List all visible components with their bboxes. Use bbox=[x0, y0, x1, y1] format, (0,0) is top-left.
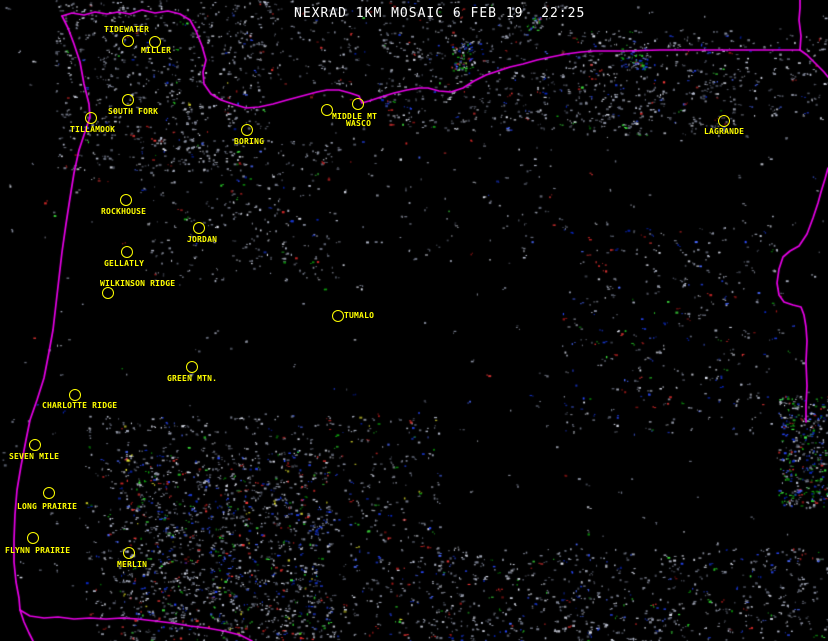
station-label: LONG PRAIRIE bbox=[17, 502, 78, 511]
station-marker bbox=[27, 532, 39, 544]
station-label: TIDEWATER bbox=[104, 25, 150, 34]
station-label: GREEN MTN. bbox=[167, 374, 218, 383]
radar-viewer-screen: NEXRAD 1KM MOSAIC 6 FEB 19 22:25 TIDEWAT… bbox=[0, 0, 828, 641]
station-label: FLYNN PRAIRIE bbox=[5, 546, 71, 555]
station-marker bbox=[332, 310, 344, 322]
station-label: GELLATLY bbox=[104, 259, 145, 268]
station-label: MILLER bbox=[141, 46, 172, 55]
station-label: SEVEN MILE bbox=[9, 452, 60, 461]
station-marker bbox=[69, 389, 81, 401]
station-label: LAGRANDE bbox=[704, 127, 745, 136]
station-marker bbox=[193, 222, 205, 234]
station-marker bbox=[122, 35, 134, 47]
station-label: ROCKHOUSE bbox=[101, 207, 147, 216]
station-marker bbox=[120, 194, 132, 206]
station-label: JORDAN bbox=[187, 235, 218, 244]
station-marker bbox=[718, 115, 730, 127]
station-marker bbox=[85, 112, 97, 124]
station-marker bbox=[122, 94, 134, 106]
station-marker bbox=[352, 98, 364, 110]
station-label: CHARLOTTE RIDGE bbox=[42, 401, 118, 410]
station-label: WILKINSON RIDGE bbox=[100, 279, 176, 288]
station-marker bbox=[29, 439, 41, 451]
station-label: SOUTH FORK bbox=[108, 107, 159, 116]
station-marker bbox=[43, 487, 55, 499]
station-marker bbox=[102, 287, 114, 299]
station-marker bbox=[123, 547, 135, 559]
station-label: WASCO bbox=[346, 119, 372, 128]
station-label: BORING bbox=[234, 137, 265, 146]
station-marker bbox=[121, 246, 133, 258]
station-label: TILLAMOOK bbox=[70, 125, 116, 134]
map-title: NEXRAD 1KM MOSAIC 6 FEB 19 22:25 bbox=[294, 6, 586, 21]
station-label: TUMALO bbox=[344, 311, 375, 320]
station-marker bbox=[241, 124, 253, 136]
station-marker bbox=[186, 361, 198, 373]
station-label: MERLIN bbox=[117, 560, 148, 569]
